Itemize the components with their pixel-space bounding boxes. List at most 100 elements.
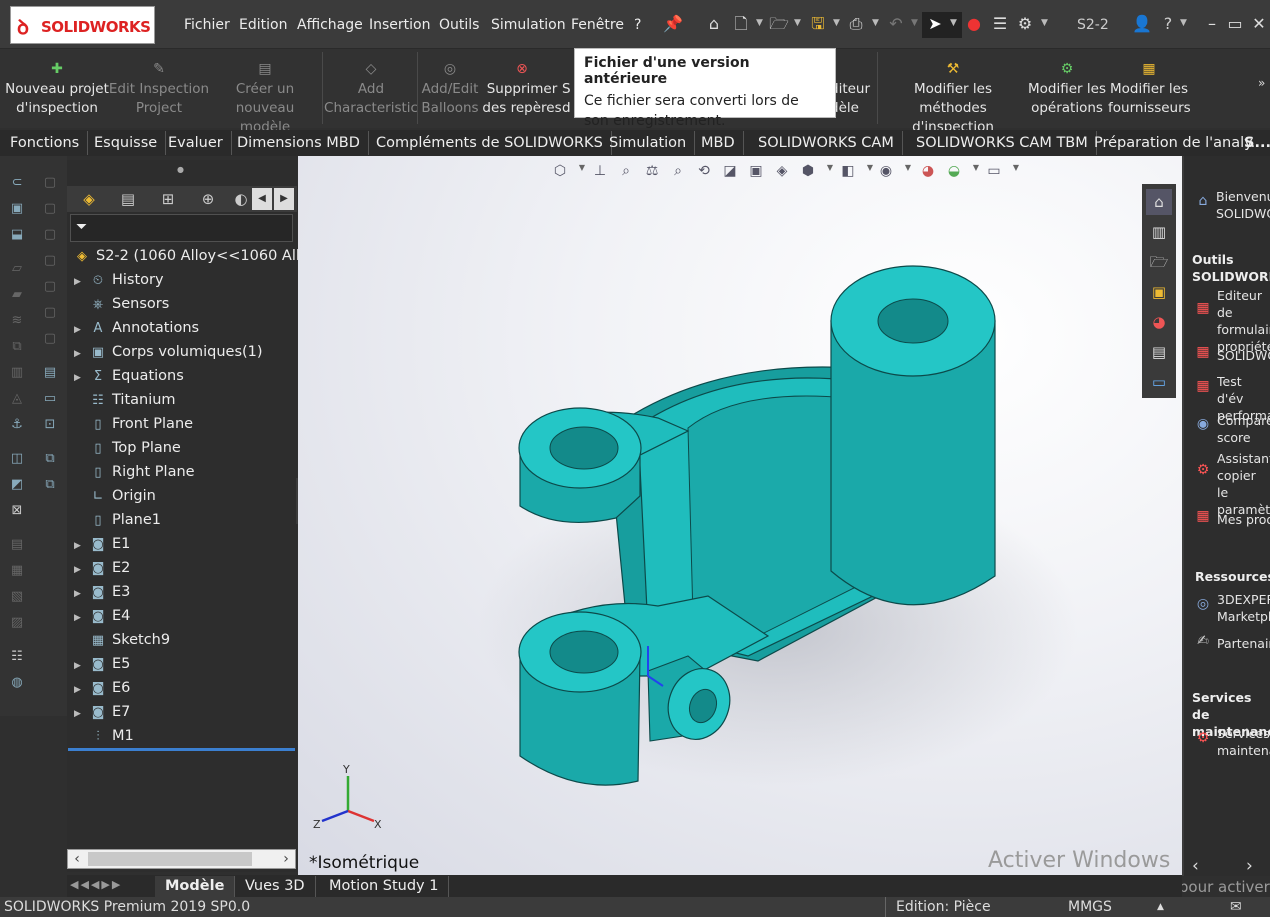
tree-item-sensors[interactable]: ⎈ Sensors [74, 292, 169, 316]
edit-vendors-button[interactable]: ▦ Modifier les fournisseurs [1108, 60, 1191, 118]
tool-disabled-icon[interactable]: ▢ [40, 251, 60, 271]
tool-disabled-icon[interactable]: ▥ [7, 363, 27, 383]
tool-link-0[interactable]: Editeur de formulaire propriétés [1217, 287, 1270, 355]
scroll-left-icon[interactable]: ‹ [68, 850, 86, 868]
tool-link-4[interactable]: Assistant copier le paramètr [1217, 450, 1270, 518]
tree-item-plane1[interactable]: ▯ Plane1 [74, 508, 161, 532]
close-icon[interactable]: ✕ [1249, 14, 1269, 34]
tree-item-e2[interactable]: ▶ ◙ E2 [74, 556, 130, 580]
paste-icon[interactable]: ⧉ [40, 475, 60, 495]
table-icon[interactable]: ▤ [40, 363, 60, 383]
part-model-svg[interactable]: Y X Z [298, 156, 1182, 875]
tool-link-5[interactable]: Mes prod [1217, 511, 1270, 528]
expand-arrow-icon[interactable]: ▶ [74, 702, 88, 726]
save-icon[interactable]: 🖫 [808, 14, 828, 34]
magnet-icon[interactable]: ⊂ [7, 173, 27, 193]
reference-icon[interactable]: ⚓ [7, 415, 27, 435]
task-pane-forward-icon[interactable]: › [1246, 856, 1253, 876]
new-document-icon[interactable]: 🗋 [731, 14, 751, 34]
print-icon[interactable]: ⎙ [846, 14, 866, 34]
tree-item-e4[interactable]: ▶ ◙ E4 [74, 604, 130, 628]
chevron-down-icon[interactable]: ▼ [872, 18, 879, 28]
tool-disabled-icon[interactable]: ▢ [40, 329, 60, 349]
expand-arrow-icon[interactable]: ▶ [74, 654, 88, 678]
menu-affichage[interactable]: Affichage [297, 17, 363, 33]
open-icon[interactable]: 🗁 [769, 14, 789, 34]
tool-link-3[interactable]: Compare score [1217, 412, 1270, 446]
property-manager-tab-icon[interactable]: ▤ [112, 188, 144, 210]
tool-disabled-icon[interactable]: ▱ [7, 259, 27, 279]
copy-icon[interactable]: ⧉ [40, 449, 60, 469]
tool-link-1[interactable]: SOLIDWORKS [1217, 347, 1270, 364]
home-icon[interactable]: ⌂ [1146, 189, 1172, 215]
tree-root[interactable]: ◈ S2-2 (1060 Alloy<<1060 Alloy [72, 244, 298, 268]
template-editor-button[interactable]: diteur dèle [830, 60, 880, 118]
expand-arrow-icon[interactable]: ▶ [74, 270, 88, 294]
minimize-icon[interactable]: – [1202, 14, 1222, 34]
tab-dimensions-mbd[interactable]: Dimensions MBD [229, 131, 369, 155]
tree-item-titanium[interactable]: ☷ Titanium [74, 388, 175, 412]
tab-scroll-left-icon[interactable]: ◀ [252, 188, 272, 210]
tree-item-history[interactable]: ▶ ⏲ History [74, 268, 164, 292]
expand-arrow-icon[interactable]: ▶ [74, 606, 88, 630]
tree-item-corps-volumiques-1-[interactable]: ▶ ▣ Corps volumiques(1) [74, 340, 263, 364]
service-link-0[interactable]: Services maintenance [1217, 725, 1270, 759]
rebuild-icon[interactable]: ● [964, 14, 984, 34]
expand-arrow-icon[interactable]: ▶ [74, 318, 88, 342]
tab-simulation[interactable]: Simulation [601, 131, 696, 155]
tab-esquisse[interactable]: Esquisse [86, 131, 167, 155]
expand-arrow-icon[interactable]: ▶ [74, 558, 88, 582]
tree-item-sketch9[interactable]: ▦ Sketch9 [74, 628, 170, 652]
chevron-down-icon[interactable]: ▼ [950, 18, 957, 28]
tree-filter-input[interactable] [70, 214, 293, 242]
expand-arrow-icon[interactable]: ▶ [74, 582, 88, 606]
solidworks-logo[interactable]: ꝺ SOLIDWORKS [10, 6, 155, 44]
tab-complements[interactable]: Compléments de SOLIDWORKS [368, 131, 612, 155]
tool-disabled-icon[interactable]: ▦ [7, 561, 27, 581]
configuration-manager-tab-icon[interactable]: ⊞ [152, 188, 184, 210]
chevron-down-icon[interactable]: ▼ [794, 18, 801, 28]
tool-disabled-icon[interactable]: ▰ [7, 285, 27, 305]
menu-help[interactable]: ? [634, 17, 641, 33]
appearances-icon[interactable]: ◕ [1146, 309, 1172, 335]
tool-disabled-icon[interactable]: ▤ [7, 535, 27, 555]
tree-item-top-plane[interactable]: ▯ Top Plane [74, 436, 180, 460]
scroll-right-icon[interactable]: › [277, 850, 295, 868]
forum-icon[interactable]: ▭ [1146, 369, 1172, 395]
pin-icon[interactable]: 📌 [663, 14, 683, 34]
tab-fonctions[interactable]: Fonctions [2, 131, 89, 155]
tab-navigation-icons[interactable]: ◀◀◀▶▶ [70, 878, 150, 894]
panel-grip-icon[interactable]: ● [177, 165, 184, 174]
task-pane-back-icon[interactable]: ‹ [1192, 856, 1199, 876]
design-library-icon[interactable]: ▥ [1146, 219, 1172, 245]
expand-arrow-icon[interactable]: ▶ [74, 678, 88, 702]
create-new-template-button[interactable]: ▤ Créer un nouveau modèle [210, 60, 320, 137]
tab-solidworks-cam[interactable]: SOLIDWORKS CAM [750, 131, 903, 155]
tab-evaluer[interactable]: Evaluer [160, 131, 232, 155]
chevron-down-icon[interactable]: ▼ [833, 18, 840, 28]
scroll-thumb[interactable] [88, 852, 252, 866]
monitor-icon[interactable]: ▭ [40, 389, 60, 409]
home-icon[interactable]: ⌂ [704, 14, 724, 34]
welcome-link[interactable]: Bienvenue SOLIDWORKS [1216, 188, 1270, 222]
render-icon[interactable]: ◍ [7, 673, 27, 693]
help-icon[interactable]: ? [1158, 14, 1178, 34]
tab-more[interactable]: S... [1244, 131, 1270, 155]
menu-outils[interactable]: Outils [439, 17, 479, 33]
menu-fenetre[interactable]: Fenêtre [571, 17, 624, 33]
view-cube-icon[interactable]: ◫ [7, 449, 27, 469]
menu-edition[interactable]: Edition [239, 17, 287, 33]
custom-properties-icon[interactable]: ▤ [1146, 339, 1172, 365]
chevron-down-icon[interactable]: ▼ [1041, 18, 1048, 28]
rollback-bar[interactable] [68, 748, 295, 751]
user-icon[interactable]: 👤 [1132, 14, 1152, 34]
chevron-up-icon[interactable]: ▲ [1157, 897, 1164, 917]
new-inspection-project-button[interactable]: ✚ Nouveau projet d'inspection [2, 60, 112, 118]
tab-solidworks-cam-tbm[interactable]: SOLIDWORKS CAM TBM [908, 131, 1097, 155]
tree-item-e7[interactable]: ▶ ◙ E7 [74, 700, 130, 724]
view-palette-icon[interactable]: ▣ [1146, 279, 1172, 305]
expand-arrow-icon[interactable]: ▶ [74, 342, 88, 366]
undo-icon[interactable]: ↶ [886, 14, 906, 34]
expand-arrow-icon[interactable]: ▶ [74, 366, 88, 390]
tab-vues-3d[interactable]: Vues 3D [235, 876, 316, 897]
